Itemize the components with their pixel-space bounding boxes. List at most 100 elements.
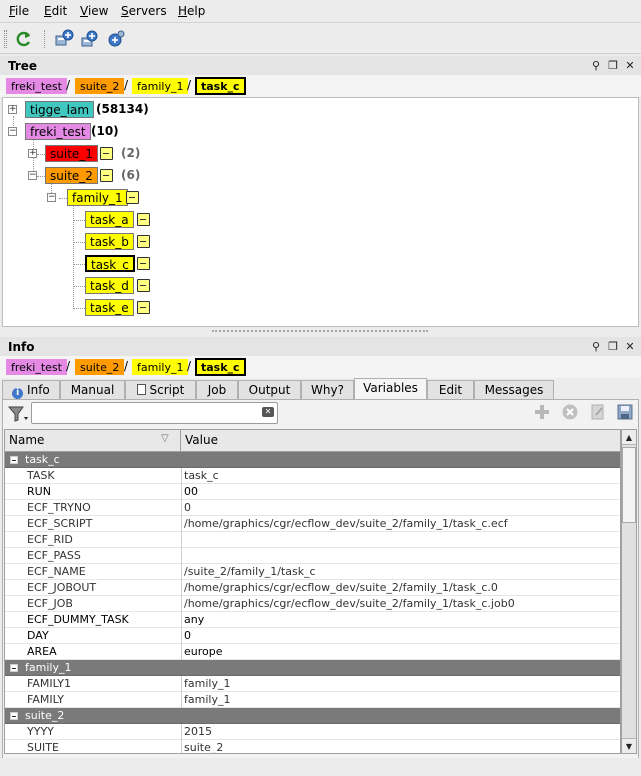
menu-help[interactable]: Help — [178, 4, 205, 18]
new-server-icon — [81, 30, 98, 47]
table-row[interactable]: ECF_PASS — [5, 548, 620, 564]
tree-node-suite-2[interactable]: suite_2 — [45, 167, 98, 184]
table-row[interactable]: ECF_JOBOUT/home/graphics/cgr/ecflow_dev/… — [5, 580, 620, 596]
note-icon — [100, 169, 113, 182]
table-row[interactable]: ECF_DUMMY_TASK any — [5, 612, 620, 628]
add-server-button[interactable] — [54, 29, 74, 49]
sort-icon: ▽ — [161, 433, 169, 444]
variable-search-input[interactable] — [31, 402, 278, 424]
table-row[interactable]: ECF_RID — [5, 532, 620, 548]
collapse-icon[interactable] — [10, 456, 18, 464]
info-breadcrumb: freki_test / suite_2 / family_1 / task_c — [0, 356, 641, 378]
note-icon — [126, 191, 139, 204]
tab-info[interactable]: i Info — [2, 380, 60, 400]
table-row[interactable]: ECF_TRYNO 0 — [5, 500, 620, 516]
table-row[interactable]: SUITE suite_2 — [5, 740, 620, 753]
table-row[interactable]: ECF_JOB/home/graphics/cgr/ecflow_dev/sui… — [5, 596, 620, 612]
edit-variable-button[interactable] — [589, 403, 607, 421]
menu-servers[interactable]: Servers — [121, 4, 167, 18]
tab-manual[interactable]: Manual — [60, 380, 125, 400]
close-icon[interactable]: ✕ — [623, 59, 637, 73]
float-icon[interactable]: ❐ — [606, 340, 620, 354]
info-title: Info — [8, 340, 35, 354]
menu-file[interactable]: File — [9, 4, 29, 18]
crumb-separator: / — [187, 78, 192, 92]
table-row[interactable]: DAY 0 — [5, 628, 620, 644]
dock-splitter[interactable] — [0, 328, 641, 336]
crumb-family-1[interactable]: family_1 — [132, 78, 189, 94]
collapse-toggle[interactable]: − — [8, 127, 17, 136]
save-variables-button[interactable] — [616, 403, 634, 421]
toolbar-handle[interactable] — [4, 30, 7, 48]
clear-search-icon[interactable]: ✕ — [262, 407, 274, 417]
table-row[interactable]: FAMILY family_1 — [5, 692, 620, 708]
collapse-icon[interactable] — [10, 712, 18, 720]
tree-view[interactable]: + tigge_lam (58134) − freki_test (10) + … — [2, 97, 639, 327]
edit-icon — [591, 404, 604, 420]
crumb-suite-2[interactable]: suite_2 — [75, 359, 125, 375]
note-icon — [137, 301, 150, 314]
tree-node-task-b[interactable]: task_b — [85, 233, 134, 250]
header-name[interactable]: Name — [9, 433, 44, 447]
new-server-button[interactable] — [79, 29, 99, 49]
tree-node-task-d[interactable]: task_d — [85, 277, 134, 294]
tree-node-suite-1[interactable]: suite_1 — [45, 145, 98, 162]
tab-output[interactable]: Output — [238, 380, 301, 400]
collapse-icon[interactable] — [10, 664, 18, 672]
float-icon[interactable]: ❐ — [606, 59, 620, 73]
tree-node-task-c[interactable]: task_c — [85, 255, 135, 272]
group-row[interactable]: task_c — [5, 452, 620, 468]
table-row[interactable]: FAMILY1 family_1 — [5, 676, 620, 692]
delete-icon — [562, 404, 578, 420]
table-row[interactable]: YYYY 2015 — [5, 724, 620, 740]
crumb-freki-test[interactable]: freki_test — [6, 78, 67, 94]
collapse-toggle[interactable]: − — [47, 193, 56, 202]
delete-variable-button[interactable] — [561, 403, 579, 421]
wrench-icon[interactable]: ⚲ — [589, 340, 603, 354]
group-row[interactable]: suite_2 — [5, 708, 620, 724]
refresh-button[interactable] — [14, 29, 34, 49]
variables-table[interactable]: Name ▽ Value task_c TASK task_c RUN 00 ECF… — [4, 429, 621, 754]
tab-job[interactable]: Job — [196, 380, 238, 400]
close-icon[interactable]: ✕ — [623, 340, 637, 354]
collapse-toggle[interactable]: − — [28, 171, 37, 180]
tree-node-family-1[interactable]: family_1 — [67, 189, 128, 206]
node-count: (58134) — [96, 102, 149, 116]
filter-button[interactable] — [7, 404, 29, 424]
expand-toggle[interactable]: + — [28, 149, 37, 158]
scroll-up-icon[interactable]: ▲ — [622, 430, 636, 445]
tree-node-freki-test[interactable]: freki_test — [25, 123, 91, 140]
menu-edit[interactable]: Edit — [44, 4, 67, 18]
tab-edit[interactable]: Edit — [427, 380, 474, 400]
table-row[interactable]: TASK task_c — [5, 468, 620, 484]
tab-script[interactable]: Script — [125, 380, 196, 400]
tab-messages[interactable]: Messages — [474, 380, 554, 400]
tab-why[interactable]: Why? — [301, 380, 354, 400]
add-variable-button[interactable] — [533, 403, 551, 421]
tree-node-task-e[interactable]: task_e — [85, 299, 134, 316]
table-row[interactable]: AREA europe — [5, 644, 620, 660]
expand-toggle[interactable]: + — [8, 105, 17, 114]
table-row[interactable]: RUN 00 — [5, 484, 620, 500]
crumb-family-1[interactable]: family_1 — [132, 359, 189, 375]
tree-breadcrumb: freki_test / suite_2 / family_1 / task_c — [0, 75, 641, 97]
menu-view[interactable]: View — [80, 4, 108, 18]
table-scrollbar[interactable]: ▲ ▼ — [621, 429, 637, 754]
header-value[interactable]: Value — [185, 433, 218, 447]
group-row[interactable]: family_1 — [5, 660, 620, 676]
scrollbar-thumb[interactable] — [622, 447, 636, 523]
manage-servers-button[interactable] — [105, 29, 125, 49]
crumb-suite-2[interactable]: suite_2 — [75, 78, 125, 94]
crumb-task-c[interactable]: task_c — [195, 77, 246, 95]
toolbar — [0, 24, 641, 54]
scroll-down-icon[interactable]: ▼ — [622, 738, 636, 753]
table-row[interactable]: ECF_SCRIPT/home/graphics/cgr/ecflow_dev/… — [5, 516, 620, 532]
crumb-task-c[interactable]: task_c — [195, 358, 246, 376]
crumb-freki-test[interactable]: freki_test — [6, 359, 67, 375]
tree-node-tigge-lam[interactable]: tigge_lam — [25, 101, 95, 118]
tree-node-task-a[interactable]: task_a — [85, 211, 134, 228]
note-icon — [137, 213, 150, 226]
wrench-icon[interactable]: ⚲ — [589, 59, 603, 73]
table-row[interactable]: ECF_NAME/suite_2/family_1/task_c — [5, 564, 620, 580]
tab-variables[interactable]: Variables — [354, 378, 427, 401]
